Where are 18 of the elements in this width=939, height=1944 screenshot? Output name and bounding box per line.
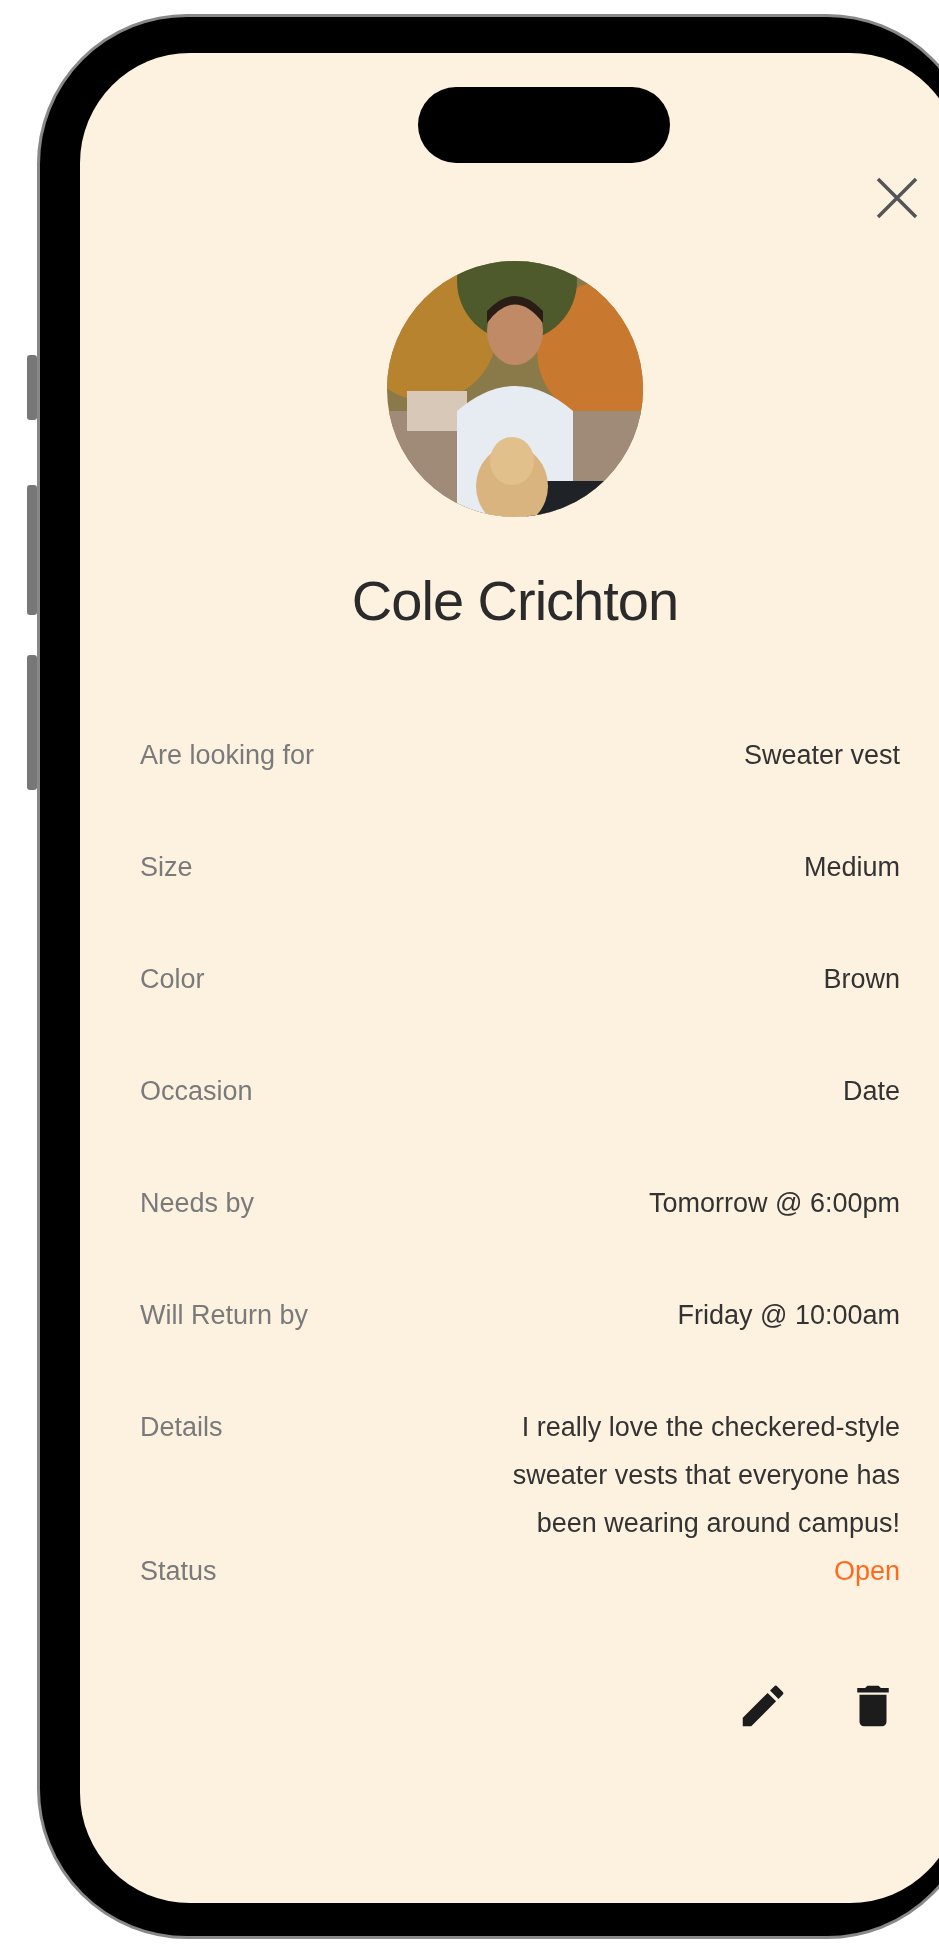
status-value: Open (833, 1555, 900, 1588)
field-value: Friday @ 10:00am (677, 1299, 900, 1332)
close-button[interactable] (874, 175, 920, 221)
field-label: Needs by (140, 1187, 255, 1220)
field-label: Color (140, 963, 205, 996)
field-value: Medium (803, 851, 900, 884)
field-value: Date (842, 1075, 900, 1108)
field-label: Status (140, 1555, 217, 1588)
field-value: Sweater vest (743, 739, 900, 772)
field-label: Details (140, 1411, 223, 1444)
field-label: Will Return by (140, 1299, 309, 1332)
field-label: Size (140, 851, 193, 884)
field-value: Tomorrow @ 6:00pm (649, 1187, 900, 1220)
person-name: Cole Crichton (350, 568, 680, 634)
field-value: Brown (823, 963, 900, 996)
field-label: Occasion (140, 1075, 253, 1108)
field-value: I really love the checkered-style sweater vests that everyone has been wearing around campus! (511, 1411, 900, 1540)
field-label: Are looking for (140, 739, 315, 772)
